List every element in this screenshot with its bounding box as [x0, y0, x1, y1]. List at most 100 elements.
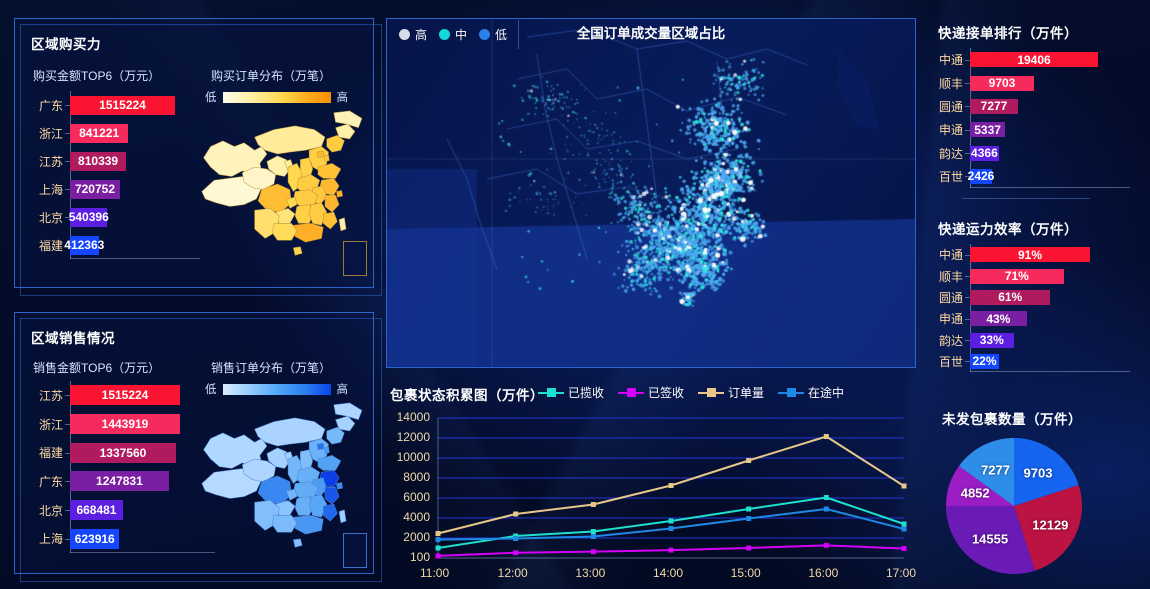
data-point[interactable]	[668, 518, 674, 524]
data-point[interactable]	[590, 534, 596, 539]
data-point[interactable]	[435, 545, 441, 551]
data-point[interactable]	[901, 483, 907, 489]
province-zhejiang[interactable]	[324, 194, 340, 213]
province-fujian[interactable]	[322, 503, 338, 522]
data-point[interactable]	[746, 516, 752, 521]
bar-value: 22%	[970, 353, 999, 369]
province-beijing[interactable]	[316, 442, 325, 451]
legend-item-0[interactable]: 已揽收	[538, 384, 604, 401]
bar-row[interactable]: 江苏 810339	[39, 151, 180, 171]
bar-row[interactable]: 广东 1247831	[39, 471, 180, 492]
axis-tick	[65, 161, 70, 162]
bar-row[interactable]: 上海 720752	[39, 179, 180, 199]
bar-row[interactable]: 申通 5337	[939, 122, 1120, 138]
data-point[interactable]	[435, 531, 441, 536]
bar-row[interactable]: 福建 412363	[39, 235, 180, 255]
data-point[interactable]	[823, 542, 829, 548]
province-shanghai[interactable]	[336, 190, 343, 198]
axis-tick	[65, 105, 70, 106]
legend-item-low[interactable]: 低	[479, 26, 507, 43]
legend-item-3[interactable]: 在途中	[778, 384, 844, 401]
province-taiwan[interactable]	[338, 217, 347, 232]
province-hainan[interactable]	[293, 246, 303, 256]
legend-item-1[interactable]: 已签收	[618, 384, 684, 401]
data-point[interactable]	[823, 434, 829, 439]
legend-marker	[538, 388, 564, 398]
sales-map-legend: 低 高	[205, 381, 348, 397]
bar-row[interactable]: 申通 43%	[939, 311, 1125, 327]
bar-row[interactable]: 顺丰 9703	[939, 75, 1120, 91]
bar-row[interactable]: 北京 540396	[39, 207, 180, 227]
province-zhejiang[interactable]	[324, 486, 340, 505]
bar-row[interactable]: 百世 22%	[939, 353, 1125, 369]
bar-category-label: 百世	[938, 354, 963, 369]
data-point[interactable]	[590, 502, 596, 507]
province-guangxi[interactable]	[271, 223, 298, 241]
province-shanghai[interactable]	[336, 482, 343, 490]
bar-row[interactable]: 韵达 4366	[939, 145, 1120, 161]
national-dot-density-map[interactable]	[387, 19, 915, 367]
unshipped-pie-chart[interactable]: 9703 12129 14555 4852 7277	[946, 438, 1082, 574]
bar-row[interactable]: 浙江 841221	[39, 123, 180, 143]
data-point[interactable]	[513, 550, 519, 556]
data-point[interactable]	[823, 495, 829, 500]
province-hainan[interactable]	[293, 538, 303, 548]
pie-slice-label: 12129	[1032, 517, 1069, 533]
bar-row[interactable]: 广东 1515224	[39, 95, 180, 115]
bar-row[interactable]: 顺丰 71%	[939, 268, 1125, 284]
data-point[interactable]	[823, 506, 829, 512]
province-guangxi[interactable]	[271, 515, 298, 533]
data-point[interactable]	[513, 536, 519, 542]
panel-national-order-map: 高 中 低 全国订单成交量区域占比	[386, 18, 916, 368]
bar-row[interactable]: 福建 1337560	[39, 442, 180, 463]
data-point[interactable]	[746, 458, 752, 463]
bar-value: 2426	[967, 168, 995, 184]
line-chart-plot[interactable]	[386, 406, 916, 586]
province-guangdong[interactable]	[293, 515, 324, 535]
bar-row[interactable]: 浙江 1443919	[39, 414, 180, 434]
data-point[interactable]	[901, 546, 907, 552]
legend-item-2[interactable]: 订单量	[698, 384, 764, 401]
province-chongqing[interactable]	[285, 488, 298, 501]
province-fujian[interactable]	[322, 211, 338, 230]
courier-efficiency-title: 快递运力效率（万件）	[938, 222, 1078, 237]
data-point[interactable]	[435, 537, 441, 543]
province-guangdong[interactable]	[293, 223, 324, 243]
bar-row[interactable]: 百世 2426	[939, 168, 1120, 184]
purchase-map-legend: 低 高	[205, 89, 348, 105]
province-chongqing[interactable]	[285, 196, 298, 209]
bar-row[interactable]: 北京 668481	[39, 500, 180, 520]
legend-label-low: 低	[495, 27, 508, 42]
bar-row[interactable]: 中通 19406	[939, 52, 1120, 68]
bar-row[interactable]: 韵达 33%	[939, 332, 1125, 348]
data-point[interactable]	[901, 526, 907, 532]
bar-row[interactable]: 圆通 61%	[939, 289, 1125, 305]
legend-item-high[interactable]: 高	[399, 26, 427, 43]
line-series-在途中[interactable]	[437, 508, 905, 541]
axis-tick	[965, 153, 970, 154]
province-taiwan[interactable]	[338, 509, 347, 524]
province-beijing[interactable]	[316, 150, 325, 159]
data-point[interactable]	[901, 521, 907, 527]
data-point[interactable]	[513, 511, 519, 517]
legend-item-medium[interactable]: 中	[439, 26, 467, 43]
province-tianjin[interactable]	[323, 446, 330, 454]
bar-category-label: 江苏	[38, 154, 63, 169]
bar-row[interactable]: 圆通 7277	[939, 98, 1120, 114]
data-point[interactable]	[590, 549, 596, 555]
data-point[interactable]	[746, 545, 752, 551]
province-tianjin[interactable]	[323, 154, 330, 162]
data-point[interactable]	[668, 483, 674, 488]
bar-row[interactable]: 江苏 1515224	[39, 385, 180, 406]
bar-row[interactable]: 上海 623916	[39, 528, 180, 549]
dashboard-screen: 区域购买力 购买金额TOP6（万元） 广东 1515224 浙江 841221 江苏 81…	[0, 0, 1150, 589]
data-point[interactable]	[746, 506, 752, 512]
data-point[interactable]	[435, 553, 441, 559]
data-point[interactable]	[590, 529, 596, 534]
data-point[interactable]	[668, 526, 674, 531]
bar-row[interactable]: 中通 91%	[939, 247, 1125, 263]
y-axis-tick-label: 6000	[403, 490, 430, 504]
axis-tick	[965, 59, 970, 61]
data-point[interactable]	[668, 547, 674, 553]
gradient-bar-warm	[222, 91, 331, 103]
